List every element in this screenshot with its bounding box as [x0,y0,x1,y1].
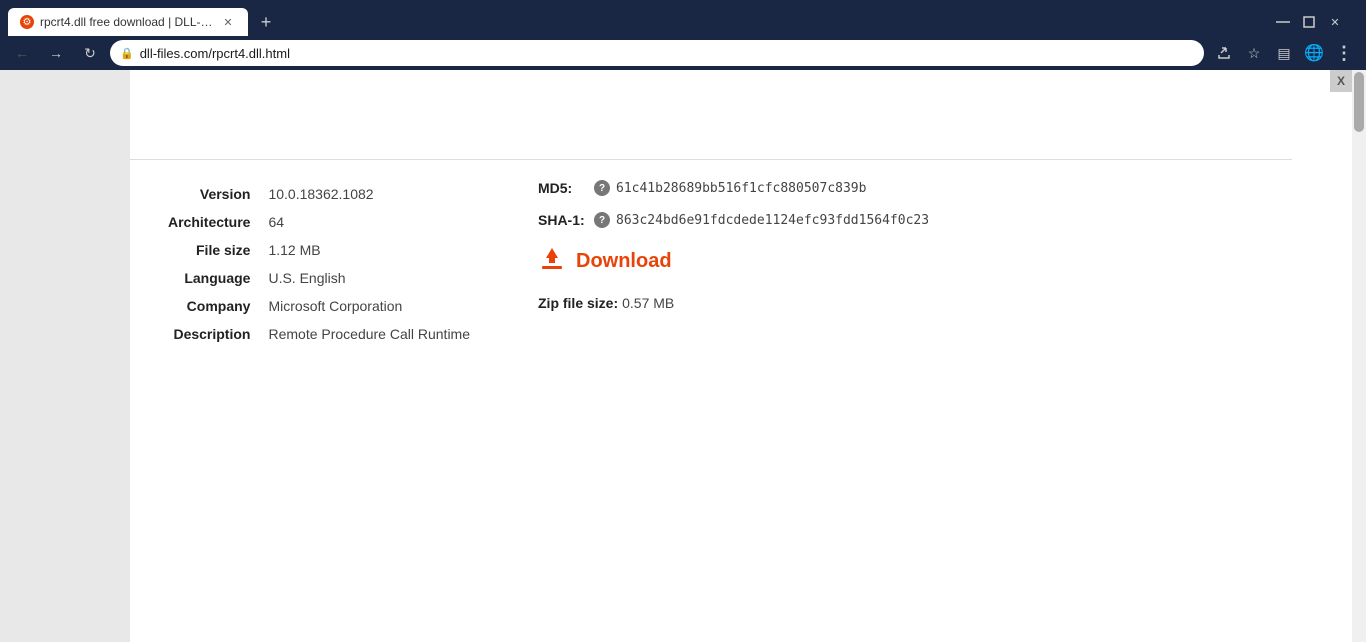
language-row: Language U.S. English [160,264,478,292]
md5-row: MD5: ? 61c41b28689bb516f1cfc880507c839b [538,180,1322,196]
zip-size-row: Zip file size: 0.57 MB [538,295,1322,311]
main-content: X Version 10.0.18362.1082 Architecture 6… [130,70,1352,642]
refresh-button[interactable]: ↻ [76,39,104,67]
zip-size-label: Zip file size: [538,295,618,311]
language-value: U.S. English [260,264,478,292]
download-label: Download [576,250,672,273]
version-label: Version [160,180,260,208]
version-row: Version 10.0.18362.1082 [160,180,478,208]
content-grid: Version 10.0.18362.1082 Architecture 64 … [160,180,1322,348]
url-text: dll-files.com/rpcrt4.dll.html [140,46,1194,61]
ad-area [130,70,1292,160]
sha1-info-icon[interactable]: ? [594,212,610,228]
file-info-section: Version 10.0.18362.1082 Architecture 64 … [160,180,478,348]
download-arrow-icon [538,244,566,272]
close-window-button[interactable]: ✕ [1322,8,1348,36]
browser-tab[interactable]: ⚙ rpcrt4.dll free download | DLL-fi... ✕ [8,8,248,36]
company-row: Company Microsoft Corporation [160,292,478,320]
download-icon [538,244,566,279]
md5-label: MD5: [538,180,588,196]
sha1-value: 863c24bd6e91fdcdede1124efc93fdd1564f0c23 [616,213,929,228]
scrollbar-thumb[interactable] [1354,72,1364,132]
lock-icon: 🔒 [120,47,134,60]
window-controls: ✕ [1262,0,1366,44]
tab-close-button[interactable]: ✕ [220,14,236,30]
new-tab-button[interactable]: + [252,8,280,36]
language-label: Language [160,264,260,292]
md5-info-icon[interactable]: ? [594,180,610,196]
file-size-value: 1.12 MB [260,236,478,264]
description-row: Description Remote Procedure Call Runtim… [160,320,478,348]
company-value: Microsoft Corporation [260,292,478,320]
tab-favicon: ⚙ [20,15,34,29]
sha1-row: SHA-1: ? 863c24bd6e91fdcdede1124efc93fdd… [538,212,1322,228]
right-margin [1352,70,1366,642]
architecture-row: Architecture 64 [160,208,478,236]
maximize-icon [1303,16,1315,28]
sha1-label: SHA-1: [538,212,588,228]
company-label: Company [160,292,260,320]
address-bar[interactable]: 🔒 dll-files.com/rpcrt4.dll.html [110,40,1204,66]
tab-title: rpcrt4.dll free download | DLL-fi... [40,15,214,29]
close-panel-button[interactable]: X [1330,70,1352,92]
share-icon[interactable] [1210,39,1238,67]
architecture-label: Architecture [160,208,260,236]
back-button[interactable]: ← [8,39,36,67]
zip-size-value: 0.57 MB [622,295,674,311]
md5-value: 61c41b28689bb516f1cfc880507c839b [616,181,866,196]
download-button[interactable]: Download [538,244,1322,279]
description-value: Remote Procedure Call Runtime [260,320,478,348]
architecture-value: 64 [260,208,478,236]
file-size-row: File size 1.12 MB [160,236,478,264]
description-label: Description [160,320,260,348]
left-sidebar [0,70,130,642]
version-value: 10.0.18362.1082 [260,180,478,208]
forward-button[interactable]: → [42,39,70,67]
scrollbar-track[interactable] [1352,70,1366,642]
file-info-table: Version 10.0.18362.1082 Architecture 64 … [160,180,478,348]
minimize-lines-icon [1276,21,1290,23]
file-size-label: File size [160,236,260,264]
hash-download-section: MD5: ? 61c41b28689bb516f1cfc880507c839b … [538,180,1322,348]
